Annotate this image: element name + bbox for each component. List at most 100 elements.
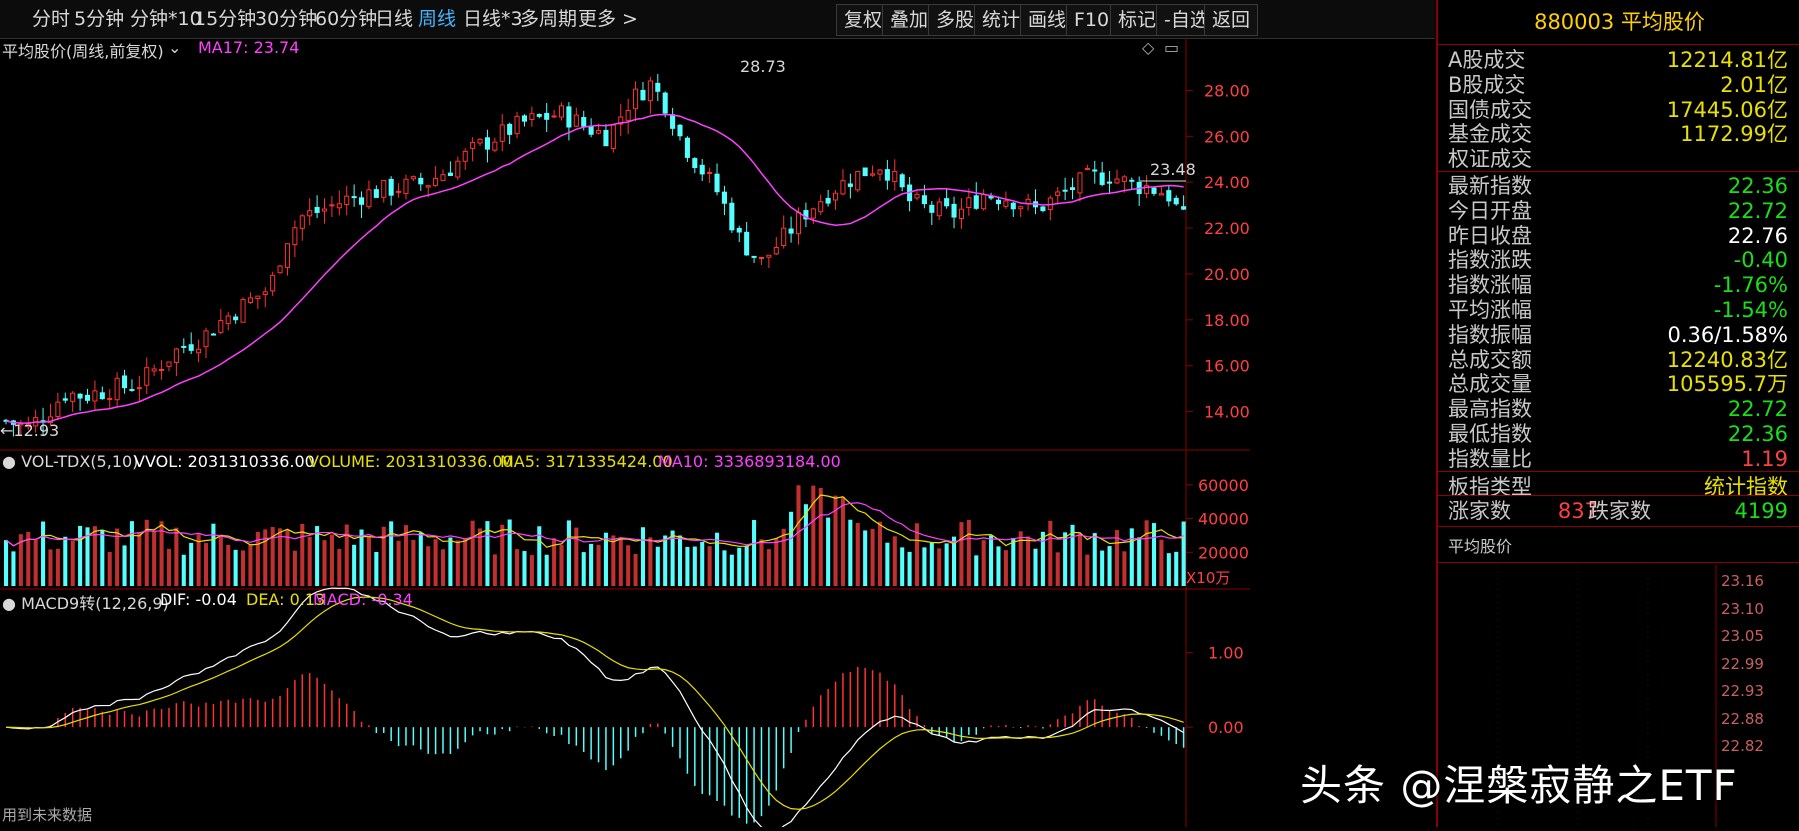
panel-title: 880003 平均股价 [1438,0,1799,45]
divider [1438,470,1799,472]
volume-bar [189,542,194,586]
tab-15min[interactable]: 15分钟 [194,0,256,38]
chart-area[interactable]: 28.00 26.00 24.00 22.00 20.00 18.00 16.00 14.00… [0,38,1435,831]
candle-body [181,345,187,348]
volume-axis-label: 60000 [1198,476,1249,495]
candle-body [855,170,861,191]
quote-label: 指数量比 [1448,446,1532,471]
tab-more[interactable]: 更多 > [578,0,638,38]
candle-body [373,189,379,198]
volume-bar [907,551,912,586]
window-icon[interactable]: ▭ [1164,38,1179,57]
tab-weekly[interactable]: 周线 [418,0,456,38]
candle-body [884,169,890,181]
volume-bar [1055,552,1060,586]
candle-body [966,197,972,209]
macd-title-text: MACD9转(12,26,9) [21,594,169,613]
tab-daily3[interactable]: 日线*3 [463,0,523,38]
volume-bar [292,550,297,586]
volume-bar [626,545,631,586]
candle-body [958,208,964,219]
quote-label: 总成交量 [1448,372,1532,397]
volume-bar [840,496,845,586]
volume-bar [981,540,986,586]
volume-bar [774,538,779,586]
volume-bar [1129,528,1134,586]
volume-bar [218,534,223,586]
candle-body [581,116,587,127]
candle-body [670,114,676,129]
candle-body [277,265,283,274]
candle-body [314,206,320,213]
back-button[interactable]: 返回 [1204,4,1259,36]
volume-bar [1011,537,1016,586]
tab-daily[interactable]: 日线 [375,0,413,38]
volume-bar [752,520,757,586]
volume-bar [352,544,357,586]
volume-bar [500,524,505,586]
volume-bar [1174,551,1179,586]
macd-label: MACD: -0.34 [313,590,413,609]
candle-body [899,174,905,188]
quote-label: 指数振幅 [1448,322,1532,347]
tab-5min[interactable]: 5分钟 [74,0,124,38]
volume-bar [344,524,349,586]
quote-value: 22.72 [1727,397,1788,422]
circle-icon: ● [2,594,16,613]
quote-value: -1.76% [1713,273,1788,298]
candle-body [218,320,224,333]
candle-body [721,191,727,204]
volume-bar [455,540,460,586]
volume-bar [522,551,527,586]
last-price-label: 23.48 [1150,160,1196,179]
tab-60min[interactable]: 60分钟 [315,0,377,38]
chevron-down-icon[interactable]: ⌄ [168,38,181,57]
volume-chart-title: ● VOL-TDX(5,10) [2,452,138,471]
tab-fenshi[interactable]: 分时 [32,0,70,38]
volume-bar [470,520,475,586]
quote-row: 指数涨幅 -1.76% [1438,271,1788,299]
tab-multi-period[interactable]: 多周期 [520,0,577,38]
candle-body [847,183,853,187]
volume-bar [1159,539,1164,586]
diamond-icon[interactable]: ◇ [1142,38,1154,57]
vvol-label: VVOL: 2031310336.00 [134,452,315,471]
volume-bar [1048,520,1053,586]
volume-bar [4,540,9,586]
candle-body [877,169,883,175]
volume-bar [63,536,68,586]
candle-body [714,173,720,193]
volume-bar [937,548,942,586]
candle-body [1173,197,1179,205]
volume-bar [411,540,416,586]
high-price-label: 28.73 [740,57,786,76]
volume-bar [818,487,823,586]
quote-row: 昨日收盘 22.76 [1438,222,1788,250]
candle-body [166,361,172,367]
volume-bar [1107,546,1112,586]
candle-body [870,173,876,176]
candle-body [62,398,68,401]
quote-row: 最低指数 22.36 [1438,420,1788,448]
volume-bar [181,554,186,586]
candle-body [1084,167,1090,171]
kline-chart-svg[interactable]: 28.00 26.00 24.00 22.00 20.00 18.00 16.00 14.00… [0,38,1435,831]
volume-bar [559,544,564,586]
volume-bar [759,539,764,586]
tab-30min[interactable]: 30分钟 [255,0,317,38]
volume-bar [663,535,668,586]
tab-min10[interactable]: 分钟*10 [130,0,202,38]
volume-bar [359,529,364,586]
volume-bar [396,540,401,586]
candle-body [499,124,505,142]
candle-body [596,129,602,134]
low-price-label: ←12.93 [0,421,59,440]
volume-bar [677,535,683,586]
quote-row: 指数涨跌 -0.40 [1438,246,1788,274]
quote-row: 最新指数 22.36 [1438,172,1788,200]
price-axis-label: 22.00 [1204,219,1250,238]
candle-body [795,212,802,235]
volume-bar [315,526,320,586]
vol-ma10-line [5,502,1184,547]
quote-label: 国债成交 [1448,97,1532,122]
